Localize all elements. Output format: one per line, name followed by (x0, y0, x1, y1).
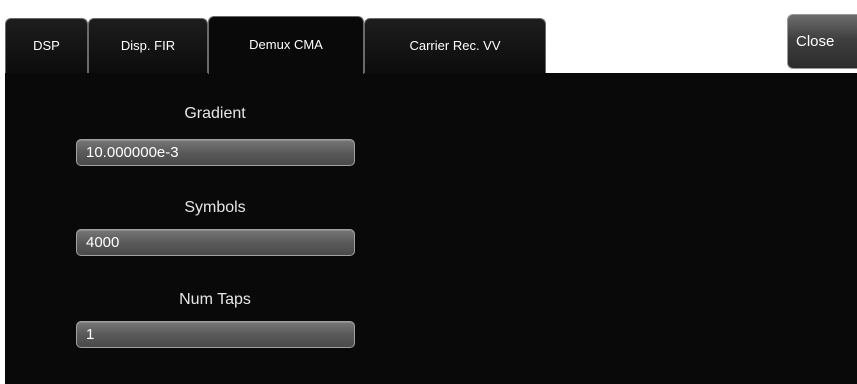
symbols-label: Symbols (184, 199, 246, 216)
tab-bar: DSP Disp. FIR Demux CMA Carrier Rec. VV … (0, 0, 857, 74)
gradient-field[interactable]: 10.000000e-3 (76, 139, 355, 166)
gradient-label: Gradient (184, 105, 246, 122)
num-taps-field[interactable]: 1 (76, 321, 355, 348)
tab-dsp[interactable]: DSP (5, 18, 88, 73)
symbols-field[interactable]: 4000 (76, 229, 355, 256)
tab-demux-cma[interactable]: Demux CMA (208, 16, 364, 74)
close-button[interactable]: Close (787, 14, 857, 69)
tab-carrier-rec-vv[interactable]: Carrier Rec. VV (364, 18, 546, 73)
num-taps-label: Num Taps (179, 291, 251, 308)
demux-cma-dialog: DSP Disp. FIR Demux CMA Carrier Rec. VV … (0, 0, 857, 384)
tab-disp-fir[interactable]: Disp. FIR (88, 18, 208, 73)
